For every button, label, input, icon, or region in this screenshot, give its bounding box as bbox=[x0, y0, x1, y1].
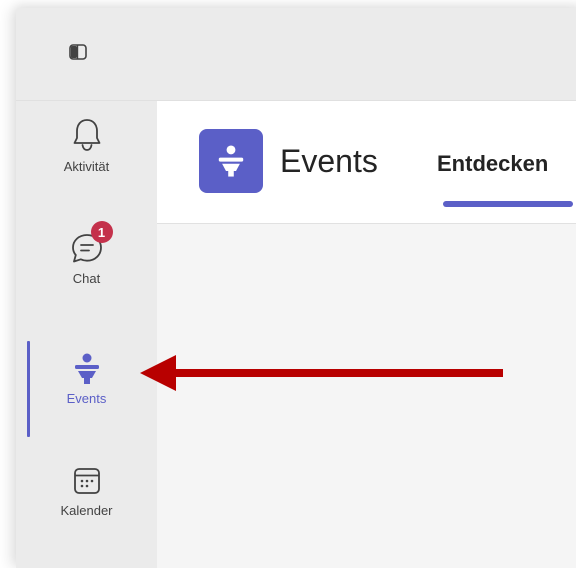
app-rail: Aktivität 1 Chat Events Kalender bbox=[16, 101, 157, 568]
rail-item-label: Chat bbox=[72, 271, 101, 286]
calendar-icon bbox=[69, 453, 105, 497]
chat-icon: 1 bbox=[69, 221, 113, 265]
selected-tab-indicator bbox=[443, 201, 573, 207]
rail-item-calendar[interactable]: Kalender bbox=[16, 453, 157, 553]
rail-item-label: Events bbox=[66, 391, 107, 406]
rail-item-label: Aktivität bbox=[63, 159, 110, 174]
rail-item-activity[interactable]: Aktivität bbox=[16, 109, 157, 209]
main-content: Events Entdecken bbox=[157, 101, 576, 568]
rail-item-label: Kalender bbox=[60, 503, 113, 518]
rail-item-chat[interactable]: 1 Chat bbox=[16, 221, 157, 321]
tab-entdecken[interactable]: Entdecken bbox=[437, 151, 548, 177]
sidebar-toggle-icon bbox=[69, 44, 87, 60]
bell-icon bbox=[69, 109, 105, 153]
page-title: Events bbox=[280, 143, 378, 179]
rail-item-events[interactable]: Events bbox=[16, 341, 157, 441]
chat-unread-badge: 1 bbox=[90, 221, 113, 243]
app-header: Events Entdecken bbox=[157, 101, 576, 224]
sidebar-toggle-button[interactable] bbox=[66, 40, 90, 64]
title-bar bbox=[16, 8, 576, 101]
events-icon bbox=[69, 341, 105, 385]
events-app-icon bbox=[199, 129, 263, 193]
active-indicator bbox=[27, 341, 30, 437]
app-window: Aktivität 1 Chat Events Kalender Events … bbox=[16, 8, 576, 568]
